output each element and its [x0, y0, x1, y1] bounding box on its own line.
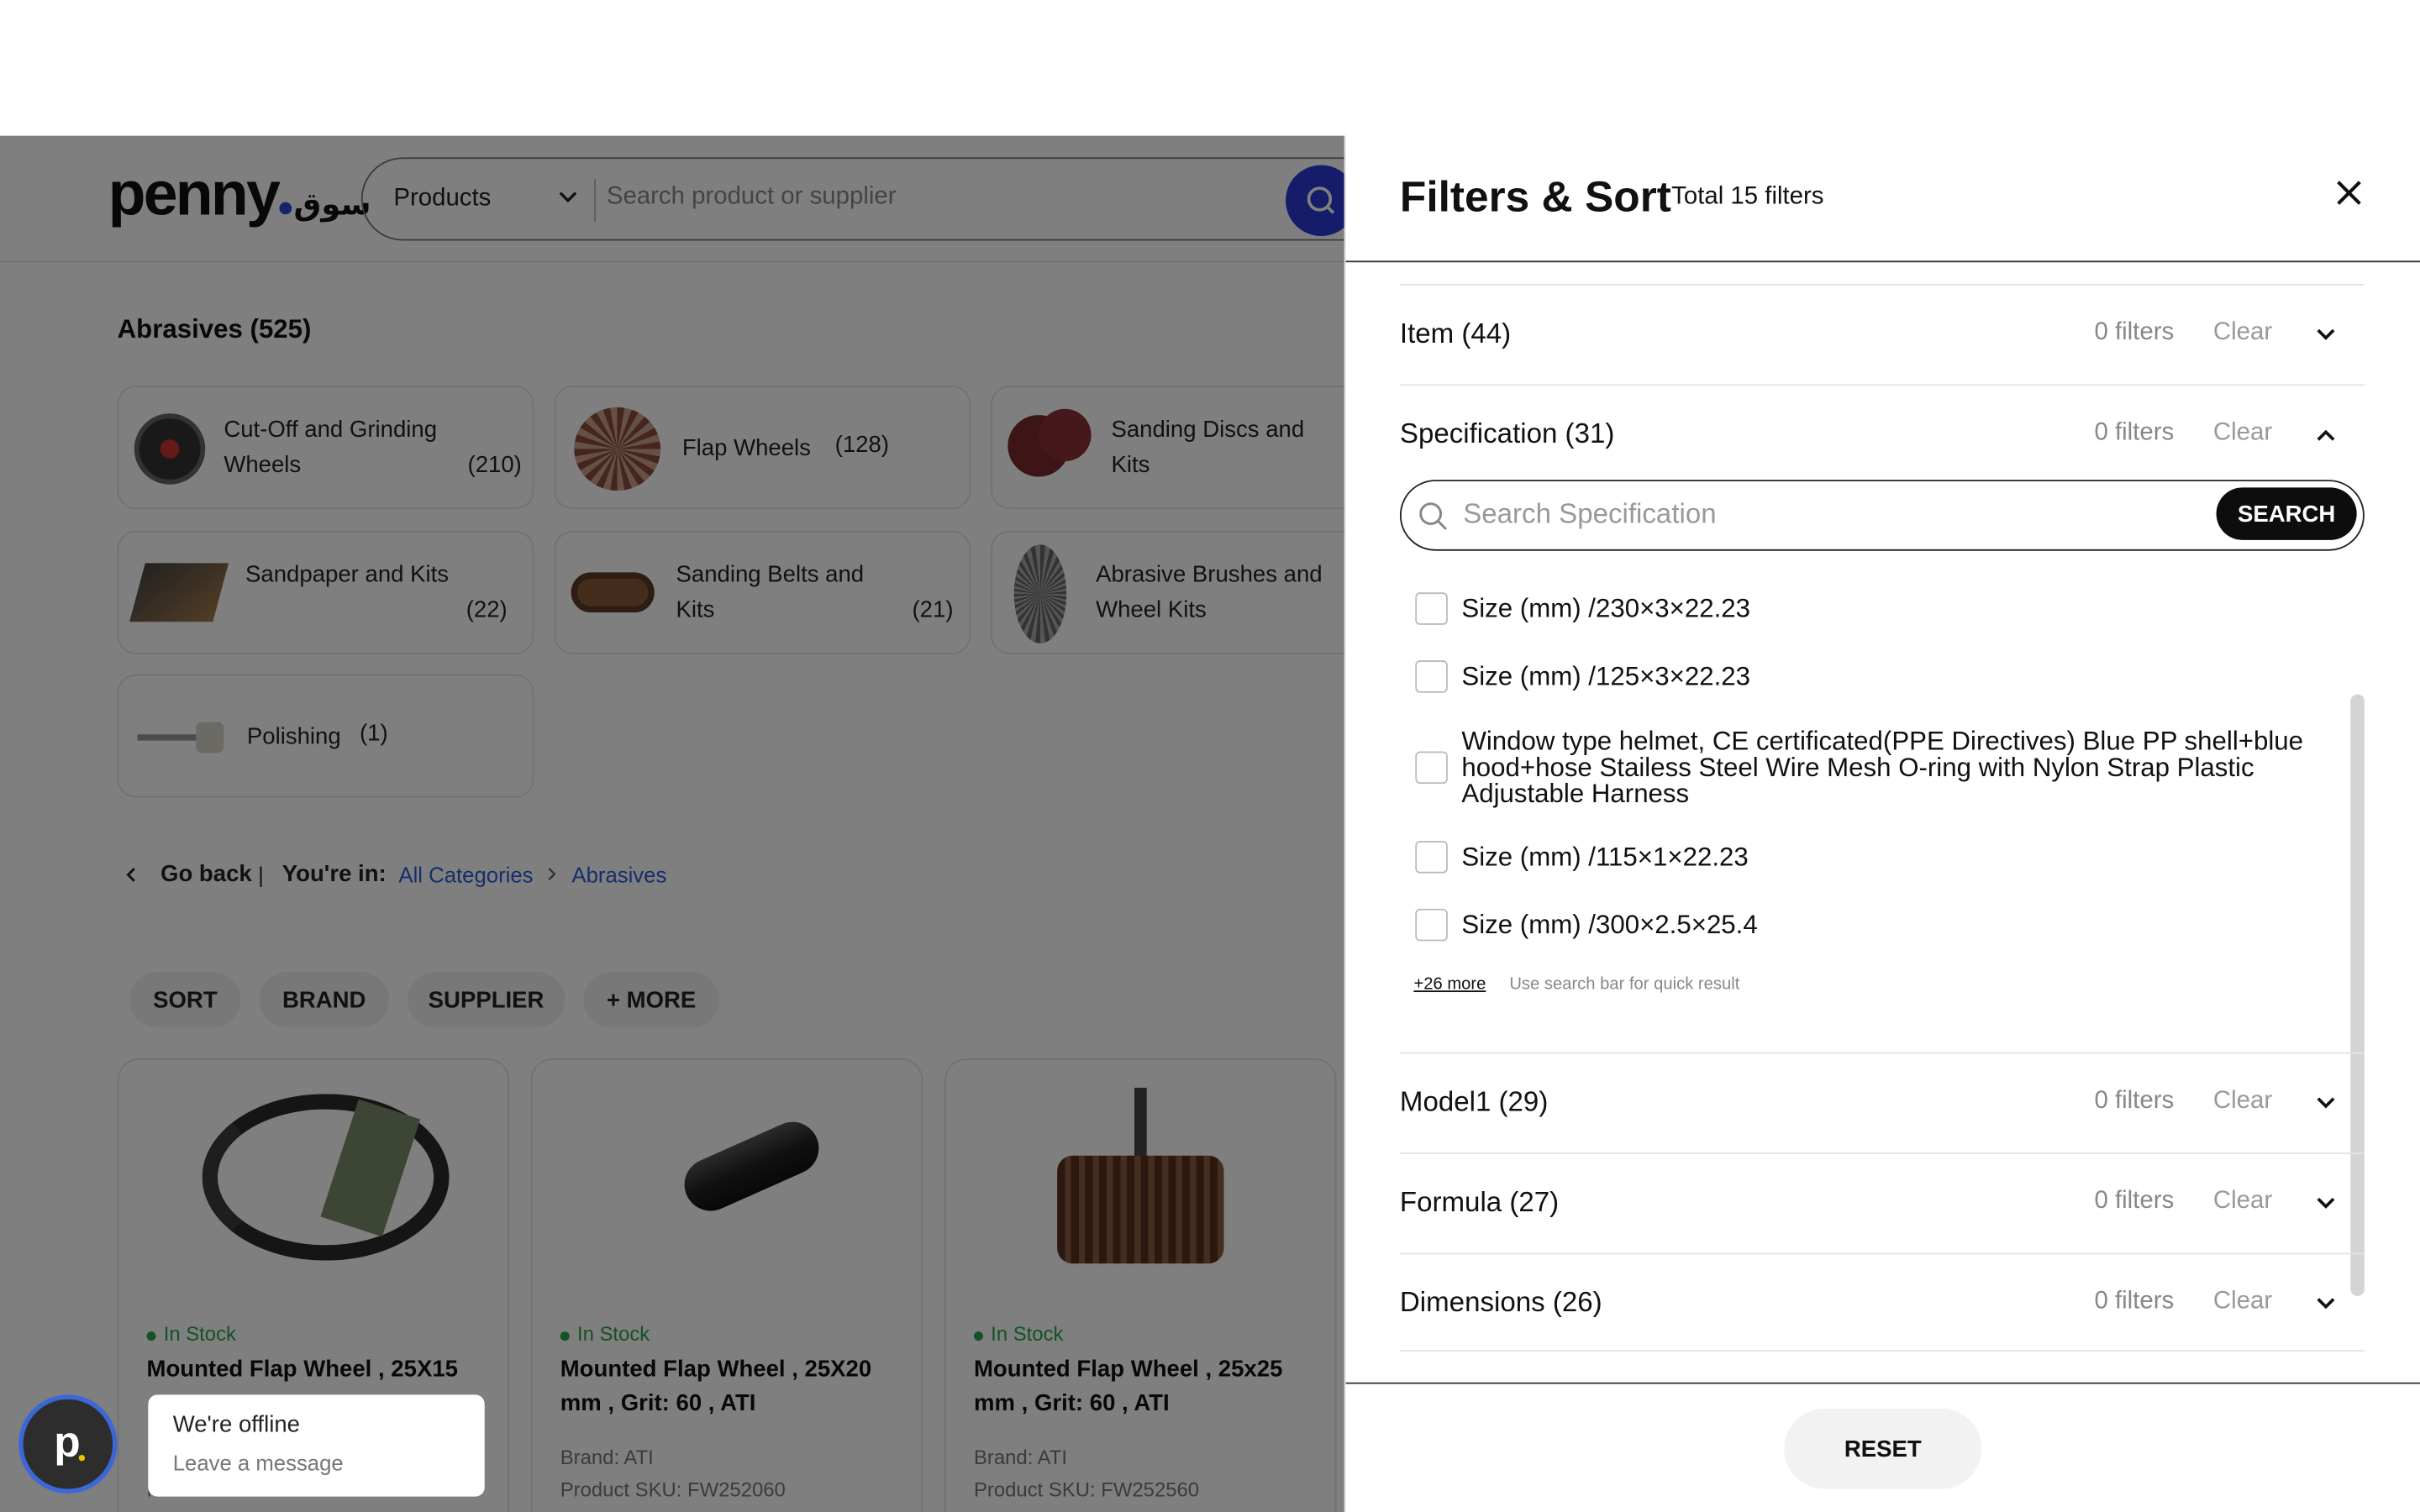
section-clear-button[interactable]: Clear	[2213, 319, 2272, 347]
spec-option-checkbox[interactable]	[1415, 841, 1448, 874]
chat-offline-status: We're offline	[172, 1411, 300, 1438]
chat-launcher-button[interactable]: p	[18, 1394, 118, 1494]
section-clear-button[interactable]: Clear	[2213, 1188, 2272, 1215]
filters-sort-panel: Filters & Sort Total 15 filters Item (44…	[1344, 135, 2420, 1512]
section-clear-button[interactable]: Clear	[2213, 1289, 2272, 1316]
spec-option-label: Size (mm) /115×1×22.23	[1461, 842, 1749, 872]
specification-search-button[interactable]: SEARCH	[2216, 487, 2357, 540]
spec-option[interactable]: Size (mm) /230×3×22.23	[1415, 592, 2295, 625]
chat-status-bubble[interactable]: We're offline Leave a message	[148, 1394, 485, 1497]
section-clear-button[interactable]: Clear	[2213, 1088, 2272, 1116]
modal-backdrop[interactable]	[0, 135, 1346, 1512]
filter-section-item[interactable]: Item (44) 0 filters Clear	[1399, 283, 2365, 383]
chat-leave-message[interactable]: Leave a message	[173, 1451, 344, 1475]
chat-avatar-dot	[78, 1455, 86, 1462]
chevron-down-icon[interactable]	[2313, 1291, 2338, 1315]
specification-search-bar: Search Specification SEARCH	[1399, 480, 2365, 551]
specification-search-input[interactable]: Search Specification	[1463, 498, 1716, 531]
search-hint-text: Use search bar for quick result	[1509, 974, 1740, 994]
filter-section-dimensions[interactable]: Dimensions (26) 0 filters Clear	[1399, 1252, 2365, 1352]
header-divider	[1345, 260, 2420, 263]
reset-button[interactable]: RESET	[1784, 1408, 1982, 1489]
spec-option-label: Size (mm) /300×2.5×25.4	[1461, 910, 1758, 940]
spec-option-checkbox[interactable]	[1415, 660, 1448, 693]
filter-section-model1[interactable]: Model1 (29) 0 filters Clear	[1399, 1052, 2365, 1152]
section-name: Formula (27)	[1399, 1186, 1560, 1218]
spec-option[interactable]: Size (mm) /125×3×22.23	[1415, 660, 2295, 693]
section-name: Model1 (29)	[1399, 1086, 1549, 1117]
filter-section-specification[interactable]: Specification (31) 0 filters Clear	[1399, 384, 2365, 483]
spec-option[interactable]: Window type helmet, CE certificated(PPE …	[1415, 728, 2310, 807]
section-filter-count: 0 filters	[2094, 419, 2175, 446]
spec-option[interactable]: Size (mm) /300×2.5×25.4	[1415, 908, 2295, 942]
spec-option-checkbox[interactable]	[1415, 908, 1448, 942]
close-icon[interactable]	[2333, 177, 2365, 208]
section-name: Specification (31)	[1399, 417, 1615, 449]
section-filter-count: 0 filters	[2094, 319, 2175, 346]
chat-avatar-letter: p	[54, 1417, 81, 1466]
show-more-link[interactable]: +26 more	[1413, 975, 1486, 994]
section-name: Item (44)	[1399, 318, 1512, 349]
chevron-down-icon[interactable]	[2313, 1191, 2338, 1215]
search-icon	[1419, 502, 1448, 531]
panel-title: Filters & Sort	[1399, 172, 1671, 221]
spec-option-label: Window type helmet, CE certificated(PPE …	[1461, 727, 2304, 809]
spec-option[interactable]: Size (mm) /115×1×22.23	[1415, 841, 2295, 874]
section-name: Dimensions (26)	[1399, 1286, 1602, 1318]
filter-section-formula[interactable]: Formula (27) 0 filters Clear	[1399, 1152, 2365, 1252]
spec-option-checkbox[interactable]	[1415, 592, 1448, 625]
section-clear-button[interactable]: Clear	[2213, 420, 2272, 448]
chevron-down-icon[interactable]	[2313, 1091, 2338, 1116]
spec-option-label: Size (mm) /125×3×22.23	[1461, 661, 1751, 691]
section-filter-count: 0 filters	[2094, 1087, 2175, 1115]
total-filters-count: Total 15 filters	[1671, 183, 1824, 210]
section-filter-count: 0 filters	[2094, 1288, 2175, 1315]
chevron-up-icon[interactable]	[2313, 423, 2338, 447]
panel-footer: RESET	[1345, 1382, 2420, 1512]
section-filter-count: 0 filters	[2094, 1188, 2175, 1215]
chevron-down-icon[interactable]	[2313, 323, 2338, 347]
spec-option-checkbox[interactable]	[1415, 751, 1448, 785]
spec-option-label: Size (mm) /230×3×22.23	[1461, 594, 1751, 624]
